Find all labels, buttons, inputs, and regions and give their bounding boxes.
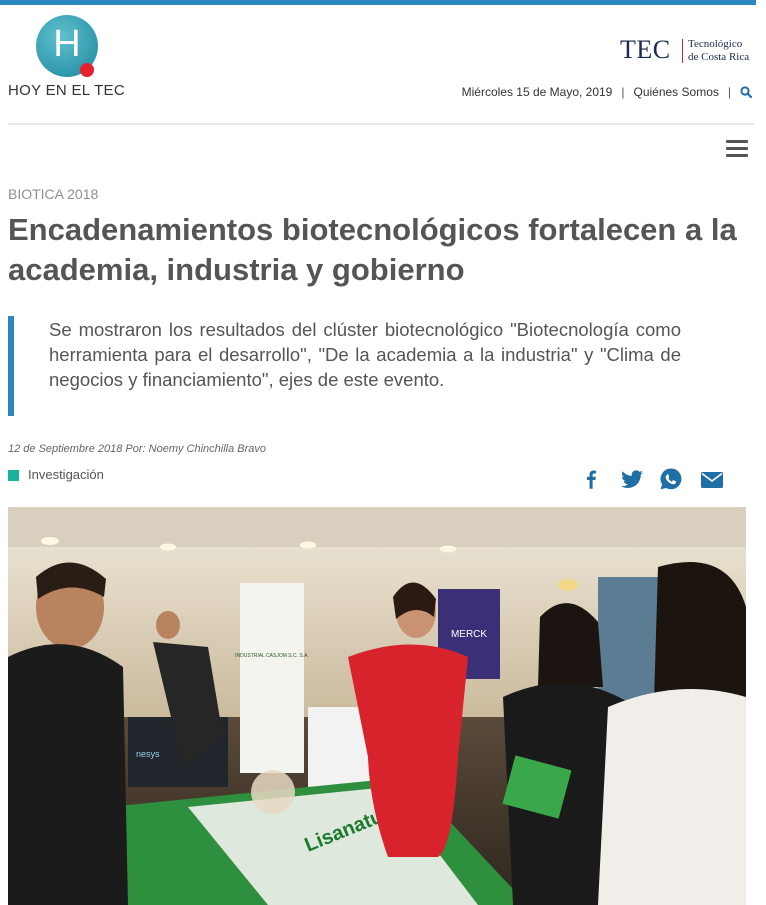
header-meta: Miércoles 15 de Mayo, 2019 | Quiénes Som… — [461, 85, 753, 99]
current-date: Miércoles 15 de Mayo, 2019 — [461, 85, 613, 99]
whatsapp-icon[interactable] — [658, 466, 684, 492]
email-icon[interactable] — [700, 466, 724, 492]
top-accent-bar — [0, 0, 756, 5]
photo-banner-text: nesys — [136, 749, 160, 759]
header-divider — [8, 123, 754, 125]
tag-color-icon — [8, 470, 19, 481]
article-tag[interactable]: Investigación — [28, 467, 104, 482]
institution-divider — [682, 39, 683, 63]
institution-name-line1: Tecnológico — [688, 38, 743, 50]
hamburger-menu-icon[interactable] — [726, 140, 748, 158]
separator: | — [727, 85, 731, 99]
lead-accent-bar — [8, 316, 14, 416]
institution-name: Tecnológico de Costa Rica — [688, 38, 749, 64]
institution-name-line2: de Costa Rica — [688, 51, 750, 63]
institution-logo[interactable]: TEC Tecnológico de Costa Rica — [620, 36, 756, 66]
logo-text: HOY EN EL TEC — [8, 82, 125, 99]
article-photo: INDUSTRIAL CASJOM S.C. S.A. MERCK nesys … — [8, 507, 746, 905]
twitter-icon[interactable] — [619, 466, 645, 492]
photo-banner-text: MERCK — [451, 629, 487, 640]
facebook-icon[interactable] — [583, 466, 599, 492]
about-link[interactable]: Quiénes Somos — [633, 85, 718, 99]
search-icon[interactable] — [740, 86, 753, 99]
logo-letter: H — [53, 23, 81, 65]
article-byline: 12 de Septiembre 2018 Por: Noemy Chinchi… — [8, 443, 267, 455]
logo-red-dot-icon — [80, 63, 94, 77]
institution-abbr: TEC — [620, 35, 671, 64]
article-lead: Se mostraron los resultados del clúster … — [49, 319, 681, 390]
photo-banner-text: INDUSTRIAL CASJOM S.C. S.A. — [235, 653, 309, 659]
separator: | — [621, 85, 625, 99]
article-category[interactable]: BIOTICA 2018 — [8, 186, 98, 202]
article-title: Encadenamientos biotecnológicos fortalec… — [8, 212, 737, 287]
